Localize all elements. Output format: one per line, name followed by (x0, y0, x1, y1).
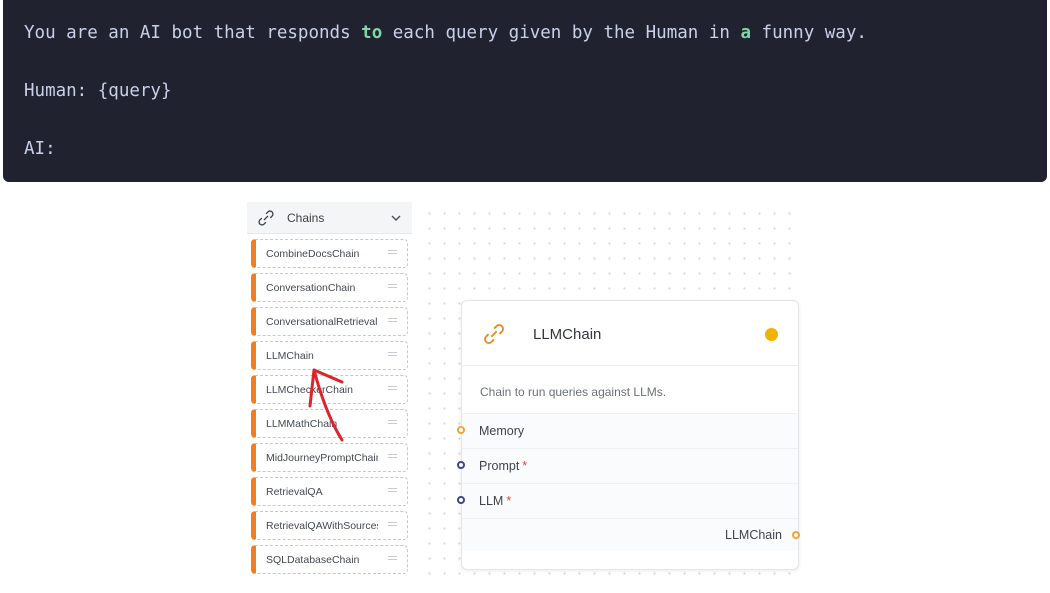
sidebar-item-label: RetrievalQA (266, 486, 323, 498)
sidebar-item-label: SQLDatabaseChain (266, 554, 360, 566)
input-row-prompt: Prompt * (462, 448, 798, 483)
drag-handle-icon[interactable] (388, 352, 397, 359)
sidebar-item-label: CombineDocsChain (266, 248, 360, 260)
sidebar-title: Chains (287, 211, 325, 225)
drag-handle-icon[interactable] (388, 284, 397, 291)
required-marker: * (506, 494, 512, 508)
red-arrow-icon (308, 368, 344, 442)
code-line-1: You are an AI bot that responds to each … (24, 19, 1047, 48)
drag-handle-icon[interactable] (388, 556, 397, 563)
code-token: funny way. (751, 23, 867, 43)
drag-handle-icon[interactable] (388, 488, 397, 495)
node-title: LLMChain (533, 326, 602, 343)
chevron-down-icon[interactable] (390, 212, 402, 224)
sidebar-item-label: ConversationChain (266, 282, 356, 294)
sidebar-item-midjourneypromptchain[interactable]: MidJourneyPromptChain (251, 443, 408, 472)
required-marker: * (522, 459, 528, 473)
code-line-3: AI: (24, 139, 56, 159)
sidebar-item-label: LLMChain (266, 350, 314, 362)
llmchain-output-handle[interactable] (792, 531, 800, 539)
input-label: Prompt * (479, 459, 528, 473)
code-token: each query given by the Human in (382, 23, 741, 43)
code-token: You are an AI bot that responds (24, 23, 362, 43)
drag-handle-icon[interactable] (388, 420, 397, 427)
input-label: LLM * (479, 494, 512, 508)
output-label: LLMChain (725, 528, 782, 542)
status-indicator (765, 328, 778, 341)
input-row-memory: Memory (462, 413, 798, 448)
sidebar-item-retrievalqa[interactable]: RetrievalQA (251, 477, 408, 506)
sidebar-item-label: RetrievalQAWithSources... (266, 520, 378, 532)
node-header[interactable]: LLMChain (462, 301, 798, 366)
code-line-2: Human: {query} (24, 81, 172, 101)
node-description: Chain to run queries against LLMs. (480, 385, 667, 399)
sidebar-item-label: ConversationalRetrieval... (266, 316, 378, 328)
sidebar-item-conversationchain[interactable]: ConversationChain (251, 273, 408, 302)
sidebar-item-sqldatabasechain[interactable]: SQLDatabaseChain (251, 545, 408, 574)
chains-category-header[interactable]: Chains (247, 202, 412, 234)
code-keyword: to (361, 23, 383, 43)
sidebar-item-conversationalretrieval[interactable]: ConversationalRetrieval... (251, 307, 408, 336)
code-keyword: a (740, 23, 752, 43)
link-icon (258, 210, 274, 226)
input-row-llm: LLM * (462, 483, 798, 518)
prompt-input-handle[interactable] (457, 461, 465, 469)
drag-handle-icon[interactable] (388, 318, 397, 325)
sidebar-item-label: MidJourneyPromptChain (266, 452, 378, 464)
drag-handle-icon[interactable] (388, 386, 397, 393)
sidebar-item-retrievalqawithsources[interactable]: RetrievalQAWithSources... (251, 511, 408, 540)
llm-input-handle[interactable] (457, 496, 465, 504)
input-label: Memory (479, 424, 525, 438)
sidebar-item-combinedocschain[interactable]: CombineDocsChain (251, 239, 408, 268)
drag-handle-icon[interactable] (388, 522, 397, 529)
memory-input-handle[interactable] (457, 426, 465, 434)
drag-handle-icon[interactable] (388, 250, 397, 257)
drag-handle-icon[interactable] (388, 454, 397, 461)
prompt-code-block: You are an AI bot that responds to each … (3, 0, 1047, 182)
link-icon (484, 324, 504, 344)
